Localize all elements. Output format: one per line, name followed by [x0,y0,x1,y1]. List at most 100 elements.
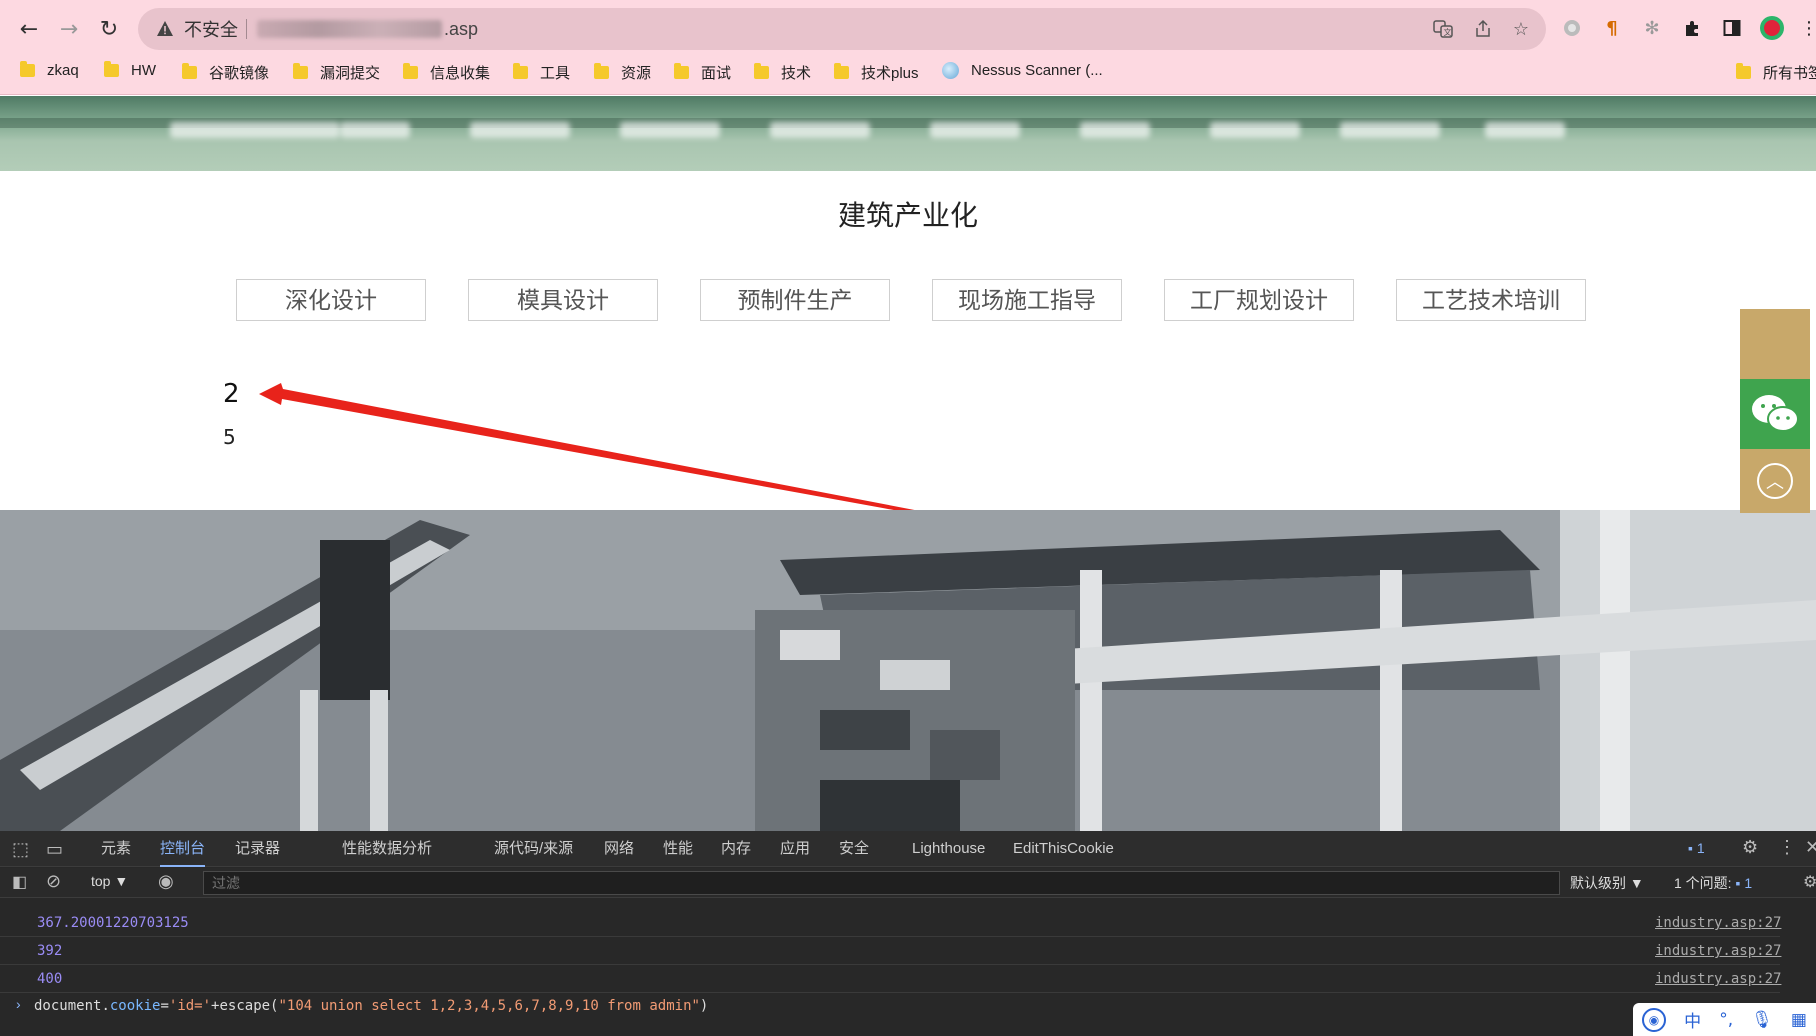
bookmark-tech[interactable]: 技术 [754,62,811,83]
cmd-equals: = [160,998,169,1014]
bookmark-label: 谷歌镜像 [209,65,270,82]
side-widget-top[interactable] [1740,309,1810,379]
ifly-logo-icon[interactable]: ◉ [1642,1007,1667,1032]
tab-network[interactable]: 网络 [604,831,634,867]
gear-extension-icon[interactable]: ✻ [1637,13,1667,43]
cmd-dot: . [101,998,110,1014]
back-button[interactable]: ← [12,12,46,46]
cmd-string-1: 'id=' [168,998,212,1014]
warning-icon[interactable] [156,20,174,38]
close-icon[interactable]: ✕ [1805,837,1816,858]
url-text: .asp [444,18,479,39]
issues-count: 1 [1696,840,1705,856]
bookmark-label: zkaq [47,62,79,79]
tab-recorder[interactable]: 记录器 [235,831,280,867]
forward-button[interactable]: → [52,12,86,46]
menu-kebab-icon[interactable]: ⋮ [1794,13,1816,43]
microphone-icon[interactable]: 🎙 [1751,1010,1773,1030]
share-icon[interactable] [1470,16,1496,42]
tab-elements[interactable]: 元素 [101,831,131,867]
device-toolbar-icon[interactable]: ▭ [46,839,63,860]
wechat-icon [1752,395,1799,432]
context-selector[interactable]: top ▼ [91,873,128,889]
tab-performance-insights[interactable]: 性能数据分析 [342,831,432,867]
reload-button[interactable]: ↻ [92,12,126,46]
puzzle-extensions-icon[interactable] [1677,13,1707,43]
bookmark-hw[interactable]: HW [104,61,156,79]
tab-application[interactable]: 应用 [780,831,810,867]
bookmark-tools[interactable]: 工具 [513,62,570,83]
translate-icon[interactable]: 文 [1430,16,1456,42]
pilcrow-extension-icon[interactable]: ¶ [1597,13,1627,43]
inspect-element-icon[interactable]: ⬚ [12,839,29,860]
cmd-string-2: "104 union select 1,2,3,4,5,6,7,8,9,10 f… [278,998,700,1014]
tab-security[interactable]: 安全 [839,831,869,867]
redacted-nav-item [1485,122,1565,138]
address-bar[interactable]: 不安全 .asp 文 ☆ [138,8,1546,50]
folder-icon [674,63,689,79]
tab-editthiscookie[interactable]: EditThisCookie [1013,831,1114,867]
bookmark-label: 资源 [621,65,652,82]
category-process-training[interactable]: 工艺技术培训 [1396,279,1586,321]
category-mold-design[interactable]: 模具设计 [468,279,658,321]
log-source-link[interactable]: industry.asp:27 [1655,943,1781,959]
clear-console-icon[interactable]: ⊘ [46,871,61,892]
star-icon[interactable]: ☆ [1508,16,1534,42]
redacted-nav-item [470,122,570,138]
bookmark-vuln-submit[interactable]: 漏洞提交 [293,62,380,83]
sidebar-toggle-icon[interactable]: ◧ [12,872,27,892]
tab-memory[interactable]: 内存 [721,831,751,867]
floating-side-widget: ︿ [1740,309,1810,513]
console-command-input[interactable]: document.cookie='id='+escape("104 union … [34,998,708,1014]
folder-icon [293,63,308,79]
profile-avatar-icon[interactable] [1757,13,1787,43]
ime-language-toggle[interactable]: 中 [1684,1007,1701,1032]
issues-badge-count: 1 [1744,875,1753,891]
console-prompt[interactable]: › document.cookie='id='+escape("104 unio… [0,991,1816,1021]
issues-link[interactable]: 1 个问题: ▪ 1 [1674,873,1752,893]
folder-icon [104,61,119,77]
settings-gear-icon[interactable]: ⚙ [1742,837,1758,858]
console-filter-input[interactable] [203,871,1560,895]
bookmark-nessus[interactable]: Nessus Scanner (... [942,62,1103,79]
log-source-link[interactable]: industry.asp:27 [1655,915,1781,931]
category-factory-planning[interactable]: 工厂规划设计 [1164,279,1354,321]
punctuation-icon[interactable]: °, [1719,1010,1733,1030]
tab-performance[interactable]: 性能 [663,831,693,867]
live-expression-eye-icon[interactable]: ◉ [158,871,174,892]
grid-menu-icon[interactable]: ▦ [1791,1010,1807,1030]
bookmark-label: 所有书签 [1763,65,1816,82]
bookmark-resources[interactable]: 资源 [594,62,651,83]
category-site-guidance[interactable]: 现场施工指导 [932,279,1122,321]
redacted-nav-item [170,122,340,138]
devtools-panel: ⬚ ▭ 元素 控制台 记录器 性能数据分析 源代码/来源 网络 性能 内存 应用… [0,831,1816,1036]
bookmark-info-gathering[interactable]: 信息收集 [403,62,490,83]
wechat-button[interactable] [1740,379,1810,449]
industrial-structure-image [0,510,1816,831]
bookmark-all[interactable]: 所有书签 [1736,62,1816,83]
log-level-dropdown[interactable]: 默认级别 ▼ [1570,873,1644,893]
category-precast-production[interactable]: 预制件生产 [700,279,890,321]
folder-icon [834,63,849,79]
tab-console[interactable]: 控制台 [160,831,206,867]
extension-globe-icon[interactable] [1557,13,1587,43]
web-page: 建筑产业化 深化设计 模具设计 预制件生产 现场施工指导 工厂规划设计 工艺技术… [0,96,1816,831]
console-settings-icon[interactable]: ⚙ [1803,872,1816,892]
log-value: 400 [37,971,63,987]
tab-lighthouse[interactable]: Lighthouse [912,831,985,867]
sidepanel-icon[interactable] [1717,13,1747,43]
redacted-nav-item [770,122,870,138]
back-to-top-button[interactable]: ︿ [1740,449,1810,513]
log-source-link[interactable]: industry.asp:27 [1655,971,1781,987]
issues-label: 1 个问题: [1674,875,1732,891]
category-deepening-design[interactable]: 深化设计 [236,279,426,321]
bookmark-google-mirror[interactable]: 谷歌镜像 [182,62,269,83]
bookmark-zkaq[interactable]: zkaq [20,61,79,79]
bookmark-interview[interactable]: 面试 [674,62,731,83]
security-label: 不安全 [184,20,238,40]
bookmark-tech-plus[interactable]: 技术plus [834,62,919,83]
tab-sources[interactable]: 源代码/来源 [494,831,573,867]
more-options-icon[interactable]: ⋮ [1778,837,1796,858]
issues-badge[interactable]: ▪ 1 [1688,840,1705,856]
folder-icon [403,63,418,79]
